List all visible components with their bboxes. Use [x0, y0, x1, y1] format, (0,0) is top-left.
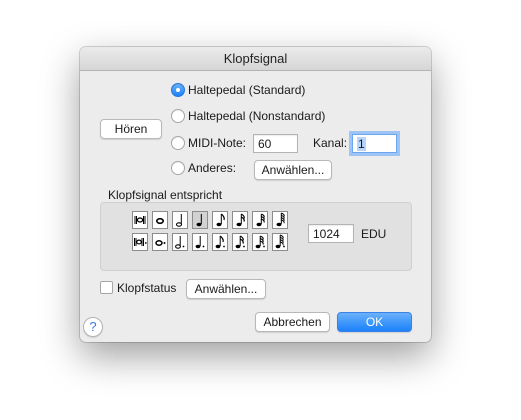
klopfstatus-checkbox[interactable] — [100, 281, 113, 294]
thirty-second-note-icon[interactable] — [252, 211, 268, 229]
klopfsignal-dialog: Klopfsignal Hören Haltepedal (Standard) … — [80, 47, 431, 342]
dotted-half-note-icon[interactable] — [172, 233, 188, 251]
radio-label-haltepedal-standard: Haltepedal (Standard) — [188, 83, 306, 97]
anderes-select-button[interactable]: Anwählen... — [254, 160, 332, 180]
cancel-button[interactable]: Abbrechen — [255, 312, 330, 332]
edu-unit-label: EDU — [361, 227, 387, 241]
quarter-note-icon[interactable] — [192, 211, 208, 229]
dotted-quarter-note-icon[interactable] — [192, 233, 208, 251]
kanal-label: Kanal: — [313, 136, 348, 150]
dialog-title: Klopfsignal — [80, 47, 431, 71]
dotted-eighth-note-icon[interactable] — [212, 233, 228, 251]
radio-label-anderes: Anderes: — [188, 161, 237, 175]
dotted-whole-note-icon[interactable] — [152, 233, 168, 251]
radio-midi-note[interactable] — [171, 136, 185, 150]
edu-input[interactable]: 1024 — [308, 224, 354, 243]
group-label: Klopfsignal entspricht — [108, 188, 223, 202]
kanal-input[interactable]: 1 — [352, 134, 397, 153]
midi-note-input[interactable]: 60 — [253, 134, 298, 153]
klopfstatus-label: Klopfstatus — [117, 281, 177, 295]
half-note-icon[interactable] — [172, 211, 188, 229]
radio-haltepedal-standard[interactable] — [171, 83, 185, 97]
dotted-thirty-second-note-icon[interactable] — [252, 233, 268, 251]
ok-button[interactable]: OK — [337, 312, 412, 332]
whole-note-icon[interactable] — [152, 211, 168, 229]
listen-button[interactable]: Hören — [100, 119, 162, 139]
kanal-value: 1 — [357, 137, 366, 151]
dotted-double-whole-note-icon[interactable] — [132, 233, 148, 251]
klopfstatus-select-button[interactable]: Anwählen... — [186, 279, 266, 299]
help-button[interactable]: ? — [83, 317, 103, 337]
sixteenth-note-icon[interactable] — [232, 211, 248, 229]
radio-label-midi-note: MIDI-Note: — [188, 136, 247, 150]
radio-label-haltepedal-nonstandard: Haltepedal (Nonstandard) — [188, 109, 326, 123]
double-whole-note-icon[interactable] — [132, 211, 148, 229]
sixty-fourth-note-icon[interactable] — [272, 211, 288, 229]
eighth-note-icon[interactable] — [212, 211, 228, 229]
dotted-sixteenth-note-icon[interactable] — [232, 233, 248, 251]
radio-anderes[interactable] — [171, 161, 185, 175]
radio-haltepedal-nonstandard[interactable] — [171, 109, 185, 123]
dotted-sixty-fourth-note-icon[interactable] — [272, 233, 288, 251]
